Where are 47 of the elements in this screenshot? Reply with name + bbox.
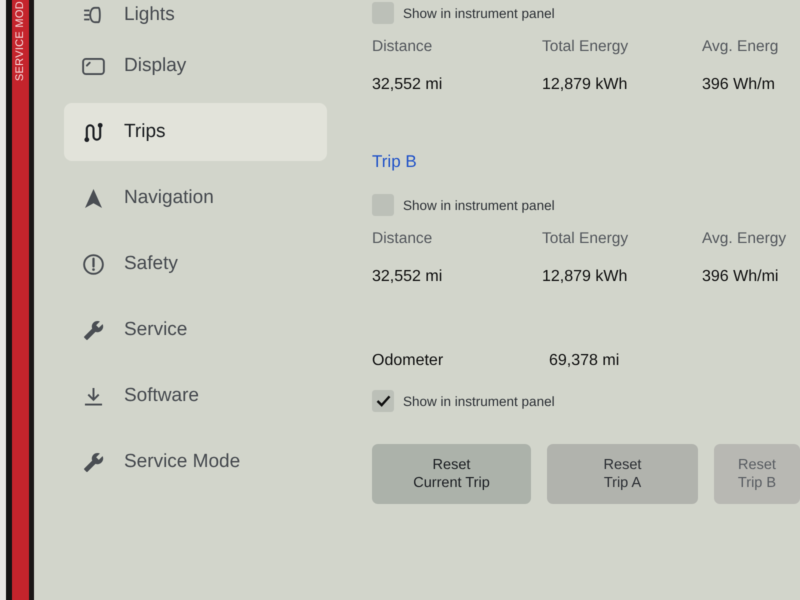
checkbox[interactable] xyxy=(372,390,394,412)
reset-button[interactable]: Reset Current Trip xyxy=(372,444,531,504)
odometer-label: Odometer xyxy=(372,352,444,370)
display-icon xyxy=(82,58,105,74)
sidebar-item[interactable]: Software xyxy=(64,367,327,425)
stat-value: 12,879 kWh xyxy=(542,268,628,286)
stat-label: Distance xyxy=(372,230,434,249)
alert-icon xyxy=(83,254,104,274)
reset-button[interactable]: Reset Trip A xyxy=(547,444,698,504)
sidebar-item-label: Lights xyxy=(124,4,175,26)
wrench-icon xyxy=(84,452,104,472)
checkbox-label: Show in instrument panel xyxy=(403,6,555,20)
sidebar-item-label: Safety xyxy=(124,253,178,275)
wrench-icon xyxy=(84,320,104,340)
sidebar-item[interactable]: Safety xyxy=(64,235,327,293)
sidebar-item-label: Service Mode xyxy=(124,451,240,473)
section-title: Trip B xyxy=(372,152,418,173)
sidebar-item-label: Display xyxy=(124,55,186,77)
stat-value: 32,552 mi xyxy=(372,76,444,94)
stat-value: 32,552 mi xyxy=(372,268,444,286)
stat-value: 396 Wh/m xyxy=(702,76,776,94)
sidebar-item-label: Trips xyxy=(124,121,166,143)
sidebar-item-label: Navigation xyxy=(124,187,214,209)
stat-label: Total Energy xyxy=(542,230,630,249)
service-mode-banner-text: SERVICE MOD xyxy=(14,0,27,82)
navigation-arrow-icon xyxy=(85,188,102,208)
odometer-value: 69,378 mi xyxy=(549,352,620,370)
checkbox-label: Show in instrument panel xyxy=(403,394,555,408)
checkbox-label: Show in instrument panel xyxy=(403,198,555,212)
sidebar-item[interactable]: Navigation xyxy=(64,169,327,227)
sidebar-item[interactable]: Service xyxy=(64,301,327,359)
sidebar-item[interactable]: Trips xyxy=(64,103,327,161)
checkmark-icon xyxy=(376,395,390,407)
reset-button[interactable]: Reset Trip B xyxy=(714,444,800,504)
sidebar-item-label: Service xyxy=(124,319,188,341)
download-icon xyxy=(84,386,103,406)
route-icon xyxy=(83,122,104,142)
stat-value: 396 Wh/mi xyxy=(702,268,780,286)
stat-label: Avg. Energy xyxy=(702,230,788,249)
sidebar-item-label: Software xyxy=(124,385,199,407)
stat-label: Distance xyxy=(372,38,434,57)
stat-label: Total Energy xyxy=(542,38,630,57)
stat-value: 12,879 kWh xyxy=(542,76,628,94)
stat-label: Avg. Energ xyxy=(702,38,780,57)
sidebar-item[interactable]: Service Mode xyxy=(64,433,327,491)
sidebar-item[interactable]: Lights xyxy=(64,0,327,30)
sidebar-item[interactable]: Display xyxy=(64,37,327,95)
